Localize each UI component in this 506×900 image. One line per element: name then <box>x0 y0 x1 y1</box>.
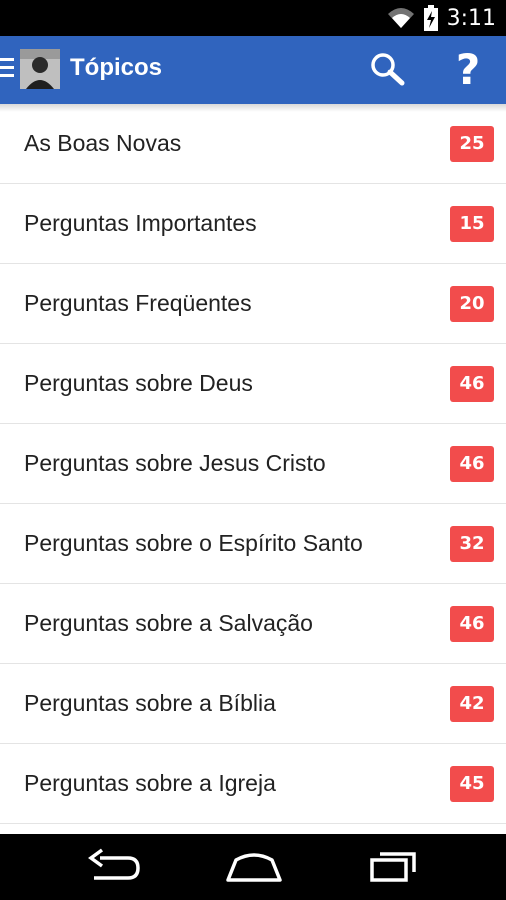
count-badge: 20 <box>450 286 494 322</box>
topic-label: Perguntas sobre a Igreja <box>24 770 276 796</box>
list-item[interactable]: Perguntas sobre Deus 46 <box>0 344 506 424</box>
list-item[interactable]: Perguntas sobre a Salvação 46 <box>0 584 506 664</box>
topic-label: Perguntas sobre Deus <box>24 370 253 396</box>
back-icon <box>88 848 140 880</box>
topic-label: Perguntas Freqüentes <box>24 290 252 316</box>
status-icons: 3:11 <box>387 0 496 36</box>
count-badge: 25 <box>450 126 494 162</box>
back-button[interactable] <box>82 846 146 888</box>
recents-icon <box>370 852 416 882</box>
count-badge: 46 <box>450 606 494 642</box>
list-item[interactable]: Perguntas sobre o Espírito Santo 32 <box>0 504 506 584</box>
topic-label: Perguntas Importantes <box>24 210 257 236</box>
topic-label: Perguntas sobre a Salvação <box>24 610 313 636</box>
status-bar: 3:11 <box>0 0 506 36</box>
status-time: 3:11 <box>446 5 496 31</box>
avatar[interactable] <box>20 49 60 89</box>
count-badge: 42 <box>450 686 494 722</box>
help-icon: ? <box>455 45 481 94</box>
list-item[interactable]: Perguntas sobre Jesus Cristo 46 <box>0 424 506 504</box>
count-badge: 46 <box>450 446 494 482</box>
list-item[interactable]: Perguntas Importantes 15 <box>0 184 506 264</box>
battery-charging-icon <box>423 5 438 31</box>
navigation-bar <box>0 834 506 900</box>
search-button[interactable] <box>364 48 412 92</box>
list-item[interactable]: Perguntas Freqüentes 20 <box>0 264 506 344</box>
help-button[interactable]: ? <box>444 46 492 94</box>
app-title: Tópicos <box>70 54 163 81</box>
count-badge: 45 <box>450 766 494 802</box>
search-icon <box>371 53 405 86</box>
wifi-icon <box>387 8 414 28</box>
menu-icon[interactable] <box>0 58 14 82</box>
list-item[interactable]: Perguntas sobre a Igreja 45 <box>0 744 506 824</box>
home-icon <box>226 853 282 882</box>
count-badge: 32 <box>450 526 494 562</box>
home-button[interactable] <box>222 846 286 888</box>
count-badge: 15 <box>450 206 494 242</box>
topic-label: Perguntas sobre o Espírito Santo <box>24 530 363 556</box>
topic-label: Perguntas sobre a Bíblia <box>24 690 276 716</box>
count-badge: 46 <box>450 366 494 402</box>
topic-list: As Boas Novas 25 Perguntas Importantes 1… <box>0 104 506 824</box>
list-item[interactable]: Perguntas sobre a Bíblia 42 <box>0 664 506 744</box>
appbar-shadow <box>0 104 506 112</box>
topic-label: Perguntas sobre Jesus Cristo <box>24 450 326 476</box>
app-bar: Tópicos ? <box>0 36 506 104</box>
recents-button[interactable] <box>362 846 426 888</box>
topic-label: As Boas Novas <box>24 130 182 156</box>
list-item[interactable]: As Boas Novas 25 <box>0 104 506 184</box>
